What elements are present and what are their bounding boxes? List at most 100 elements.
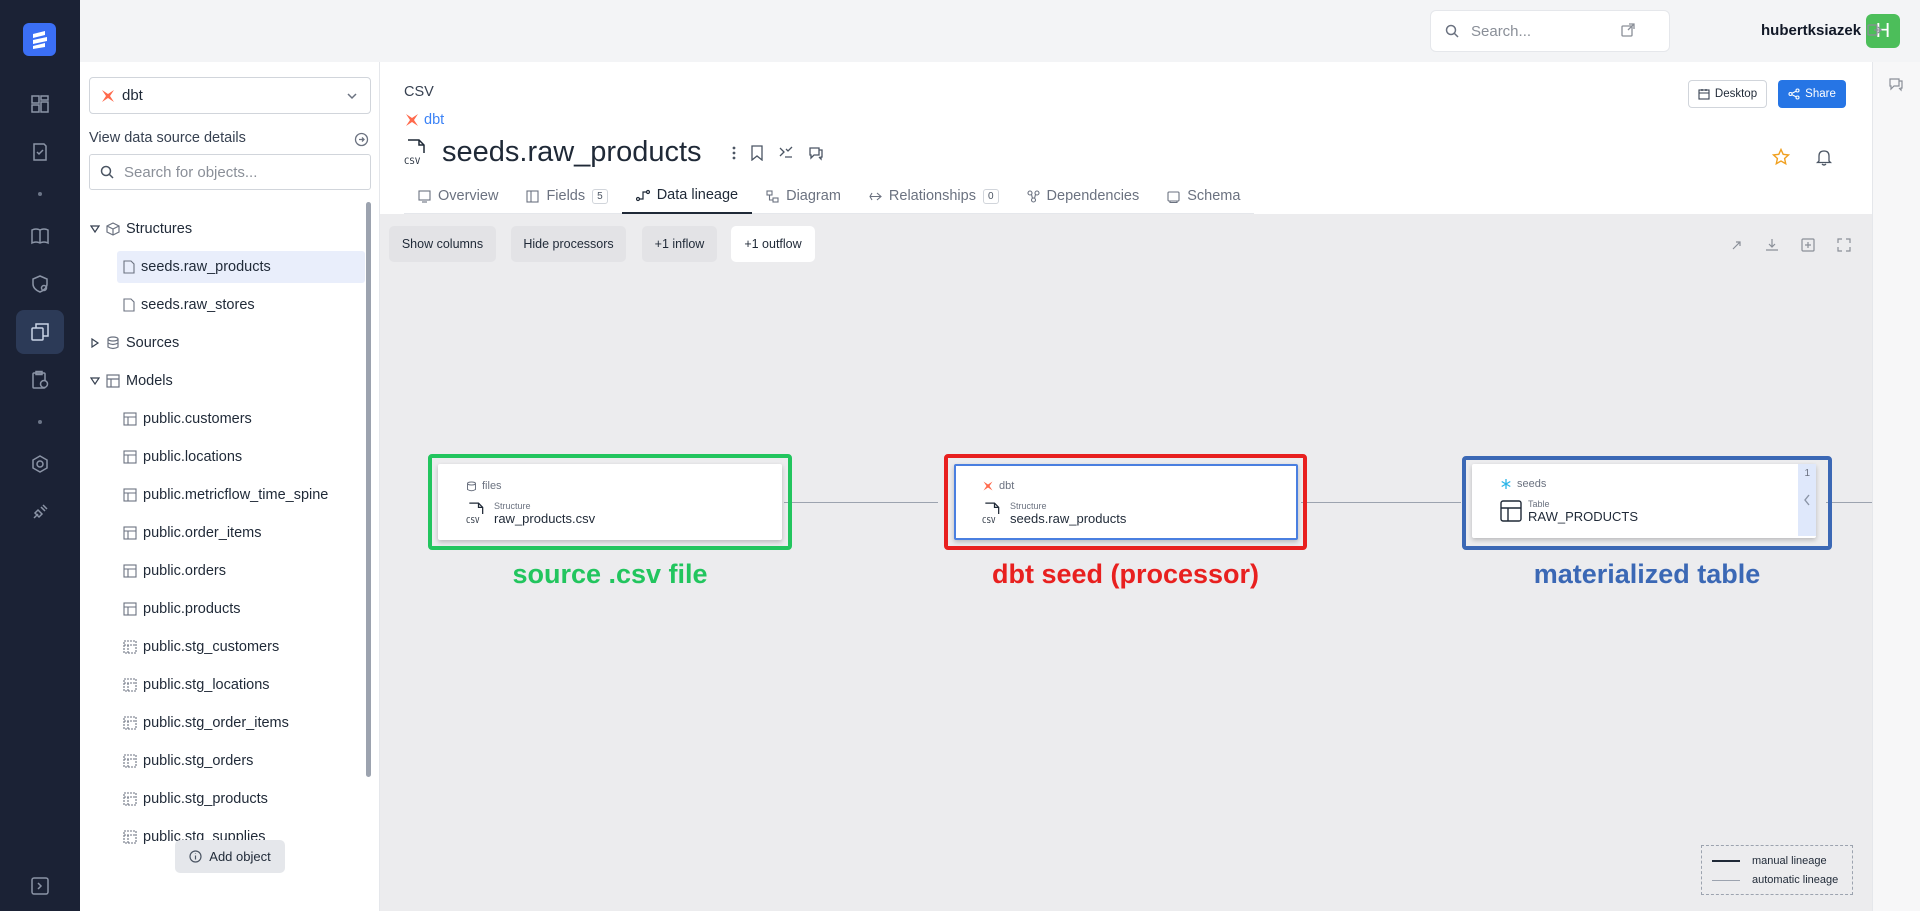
tree-item-model[interactable]: public.orders xyxy=(123,555,226,587)
username[interactable]: hubertksiazek xyxy=(1761,22,1861,39)
object-sidebar: dbt View data source details Structures … xyxy=(80,62,380,911)
export-icon[interactable] xyxy=(1730,238,1744,252)
tree-group-models[interactable]: Models xyxy=(90,365,173,397)
tree-item-model[interactable]: public.products xyxy=(123,593,241,625)
chevron-left-icon xyxy=(1804,494,1810,506)
tree-item-model[interactable]: public.metricflow_time_spine xyxy=(123,479,328,511)
caret-right-icon xyxy=(91,338,100,348)
fullscreen-icon[interactable] xyxy=(1837,238,1851,252)
comments-panel-icon[interactable] xyxy=(1888,76,1904,92)
rail-divider-dot xyxy=(38,192,42,196)
lineage-edge xyxy=(784,502,938,503)
diagram-icon xyxy=(766,189,779,203)
show-columns-button[interactable]: Show columns xyxy=(389,226,496,262)
governance-shield-icon[interactable] xyxy=(16,262,64,306)
add-object-button[interactable]: Add object xyxy=(175,840,285,873)
tree-item-model[interactable]: public.stg_customers xyxy=(123,631,279,663)
favorite-star-icon[interactable] xyxy=(1772,148,1790,166)
catalog-icon[interactable] xyxy=(16,310,64,354)
tree-item-model[interactable]: public.stg_products xyxy=(123,783,268,815)
open-external-icon[interactable] xyxy=(1620,22,1636,38)
annotation-table-label: materialized table xyxy=(1533,559,1761,589)
lineage-canvas[interactable]: Show columns Hide processors +1 inflow +… xyxy=(380,214,1872,911)
tab-overview[interactable]: Overview xyxy=(404,178,512,214)
app-logo-icon[interactable] xyxy=(23,23,56,56)
object-tabs: Overview Fields 5 Data lineage Diagram R… xyxy=(404,178,1255,214)
outflow-button[interactable]: +1 outflow xyxy=(731,226,815,262)
table-icon xyxy=(123,488,137,502)
view-icon xyxy=(123,640,137,654)
certify-icon[interactable] xyxy=(778,145,794,161)
connectors-plug-icon[interactable] xyxy=(16,490,64,534)
table-icon xyxy=(123,450,137,464)
comment-icon[interactable] xyxy=(808,145,824,161)
fit-view-icon[interactable] xyxy=(1801,238,1815,252)
breadcrumb-source[interactable]: dbt xyxy=(404,112,444,128)
lineage-node-dbt-seed[interactable]: dbt CSV Structure seeds.raw_products xyxy=(954,464,1298,540)
tree-item-model[interactable]: public.order_items xyxy=(123,517,261,549)
notifications-bell-icon[interactable] xyxy=(1816,148,1832,166)
snowflake-icon xyxy=(1501,479,1511,489)
lineage-edge xyxy=(1301,502,1461,503)
page-title: seeds.raw_products xyxy=(442,136,702,168)
relationships-count-badge: 0 xyxy=(982,188,999,204)
view-icon xyxy=(123,678,137,692)
settings-hexagon-icon[interactable] xyxy=(16,442,64,486)
sidebar-scrollbar[interactable] xyxy=(366,202,371,777)
tab-diagram[interactable]: Diagram xyxy=(752,178,855,214)
lineage-node-source-file[interactable]: files CSV Structure raw_products.csv xyxy=(438,464,782,540)
search-icon xyxy=(1445,24,1459,38)
collapse-sidebar-icon[interactable] xyxy=(30,876,50,896)
view-data-source-link[interactable]: View data source details xyxy=(89,130,246,146)
view-icon xyxy=(123,792,137,806)
lineage-node-table[interactable]: seeds Table RAW_PRODUCTS 1 xyxy=(1472,464,1816,538)
reports-clipboard-icon[interactable] xyxy=(16,358,64,402)
tree-item-structure[interactable]: seeds.raw_stores xyxy=(123,289,255,321)
dashboard-icon[interactable] xyxy=(16,82,64,126)
data-source-select[interactable]: dbt xyxy=(89,77,371,114)
object-search-input[interactable] xyxy=(124,163,364,181)
hide-processors-button[interactable]: Hide processors xyxy=(511,226,626,262)
tree-item-model[interactable]: public.stg_locations xyxy=(123,669,270,701)
tree-group-structures[interactable]: Structures xyxy=(90,213,192,245)
arrow-right-circle-icon[interactable] xyxy=(354,132,369,147)
object-search[interactable] xyxy=(89,154,371,190)
manual-lineage-swatch xyxy=(1712,860,1740,862)
outflow-count: 1 xyxy=(1804,468,1810,479)
dbt-logo-icon xyxy=(406,114,418,126)
tree-item-model[interactable]: public.locations xyxy=(123,441,242,473)
breadcrumb-type[interactable]: CSV xyxy=(404,84,434,100)
inflow-button[interactable]: +1 inflow xyxy=(642,226,717,262)
share-button[interactable]: Share xyxy=(1778,80,1846,108)
tab-relationships[interactable]: Relationships 0 xyxy=(855,178,1013,214)
bookmark-icon[interactable] xyxy=(750,144,764,161)
svg-text:CSV: CSV xyxy=(404,157,421,167)
overview-icon xyxy=(418,189,431,203)
tree-item-structure[interactable]: seeds.raw_products xyxy=(117,251,365,283)
relationships-icon xyxy=(869,192,882,200)
tasks-icon[interactable] xyxy=(16,130,64,174)
search-icon xyxy=(100,165,114,179)
more-vertical-icon[interactable] xyxy=(732,146,736,160)
tree-item-model[interactable]: public.customers xyxy=(123,403,252,435)
logout-icon[interactable] xyxy=(1866,22,1882,38)
tab-data-lineage[interactable]: Data lineage xyxy=(621,178,753,214)
tree-item-model[interactable]: public.stg_orders xyxy=(123,745,253,777)
download-icon[interactable] xyxy=(1765,238,1779,252)
view-icon xyxy=(123,754,137,768)
annotation-source-label: source .csv file xyxy=(512,559,708,589)
view-icon xyxy=(123,716,137,730)
object-header: CSV dbt CSV seeds.raw_products Desktop S… xyxy=(380,62,1872,214)
tab-schema[interactable]: Schema xyxy=(1153,178,1254,214)
files-database-icon xyxy=(467,481,476,491)
automatic-lineage-swatch xyxy=(1712,879,1740,881)
tab-fields[interactable]: Fields 5 xyxy=(512,178,621,214)
tab-dependencies[interactable]: Dependencies xyxy=(1013,178,1154,214)
caret-down-icon xyxy=(90,225,100,234)
csv-file-icon xyxy=(123,260,135,274)
glossary-book-icon[interactable] xyxy=(16,214,64,258)
tree-group-sources[interactable]: Sources xyxy=(90,327,179,359)
desktop-button[interactable]: Desktop xyxy=(1688,80,1767,108)
chevron-down-icon xyxy=(347,93,357,100)
tree-item-model[interactable]: public.stg_order_items xyxy=(123,707,289,739)
